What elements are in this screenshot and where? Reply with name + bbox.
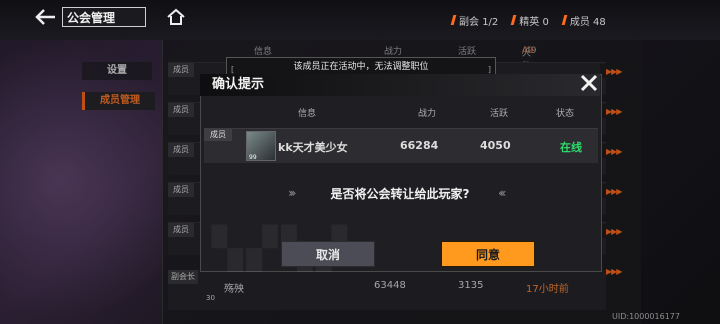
member-role-badge: 成员 xyxy=(204,129,232,141)
home-icon[interactable] xyxy=(166,8,186,26)
dialog-col-activity: 活跃 xyxy=(490,109,509,119)
dialog-col-status: 状态 xyxy=(556,109,575,119)
page-title: 公会管理 xyxy=(62,7,146,27)
dialog-col-power: 战力 xyxy=(418,109,437,119)
member-activity: 4050 xyxy=(480,139,511,152)
avatar: 99 xyxy=(246,131,276,161)
stat-members: 成员 48 xyxy=(561,13,606,28)
agree-button[interactable]: 同意 xyxy=(441,241,535,267)
close-icon[interactable] xyxy=(578,72,600,94)
stat-elite: 精英 0 xyxy=(510,13,549,28)
cancel-button[interactable]: 取消 xyxy=(281,241,375,267)
member-name: kk天才美少女 xyxy=(278,141,348,154)
transfer-question: 是否将公会转让给此玩家? xyxy=(330,187,470,201)
back-arrow-icon[interactable] xyxy=(34,8,56,26)
stat-vice-leader: 副会 1/2 xyxy=(450,13,498,28)
chevron-left-icon: ‹‹‹ xyxy=(498,186,507,200)
dialog-col-info: 信息 xyxy=(298,109,317,119)
member-status: 在线 xyxy=(560,141,582,154)
dialog-table-header: 信息 战力 活跃 状态 xyxy=(200,104,600,119)
member-power: 66284 xyxy=(400,139,439,152)
dialog-title: 确认提示 xyxy=(200,74,600,96)
dialog-member-row: 成员 99 kk天才美少女 66284 4050 在线 xyxy=(204,128,598,163)
guild-stats: 副会 1/2 精英 0 成员 48 xyxy=(450,12,642,28)
